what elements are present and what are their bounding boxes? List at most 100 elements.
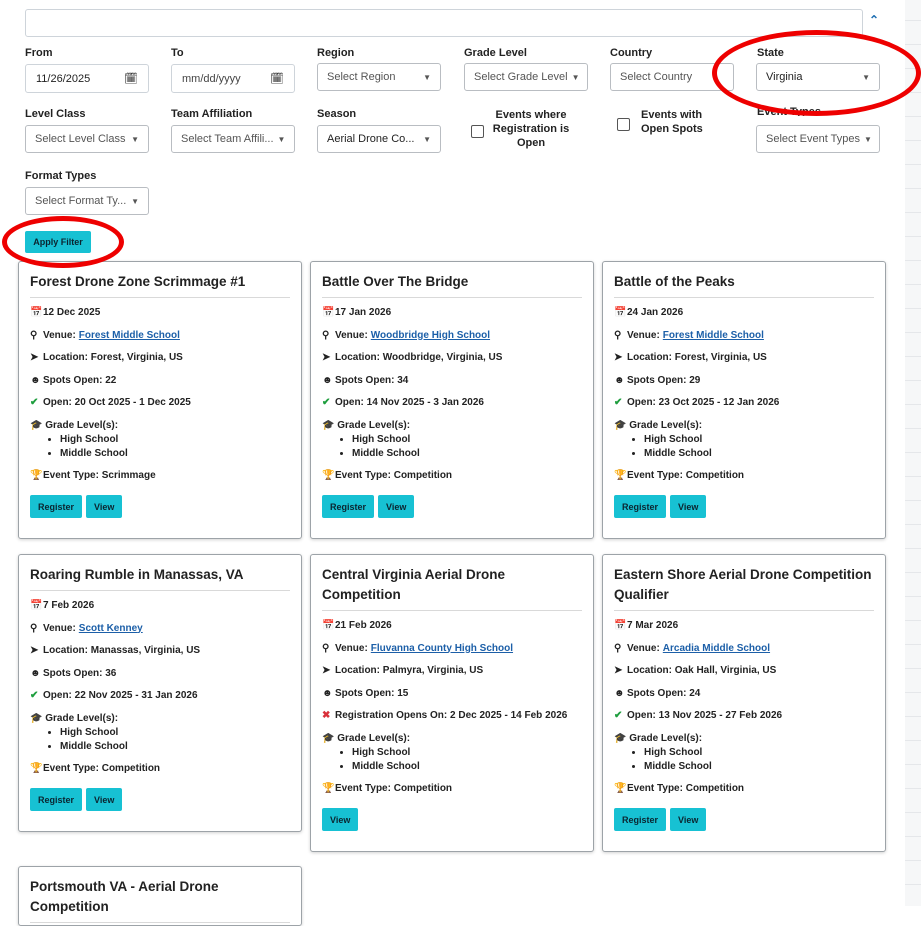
check-circle-icon: ✔	[614, 710, 623, 721]
map-marker-icon: ⚲	[322, 642, 330, 654]
season-select[interactable]: Aerial Drone Co... ▼	[317, 125, 441, 153]
venue-label: Venue:	[335, 329, 368, 341]
scrollbar-track[interactable]	[905, 0, 921, 906]
event-venue-row: ⚲ Venue: Forest Middle School	[614, 329, 874, 352]
event-type-row: 🏆 Event Type: Competition	[322, 782, 582, 805]
event-card: Forest Drone Zone Scrimmage #1 📅 12 Dec 20…	[18, 261, 302, 539]
venue-link[interactable]: Arcadia Middle School	[663, 642, 770, 656]
register-button[interactable]: Register	[30, 788, 83, 811]
event-title: Eastern Shore Aerial Drone Competition Q…	[614, 565, 874, 611]
caret-down-icon: ▼	[863, 134, 872, 144]
team-affiliation-select-value: Select Team Affili...	[181, 133, 274, 145]
season-select-value: Aerial Drone Co...	[327, 133, 415, 145]
event-location: Forest, Virginia, US	[90, 352, 183, 363]
event-type: Competition	[393, 469, 453, 481]
venue-link[interactable]: Fluvanna County High School	[371, 642, 513, 656]
event-card: Central Virginia Aerial Drone Competitio…	[310, 554, 594, 852]
annotation-circle-state	[712, 30, 921, 116]
to-date-input[interactable]: mm/dd/yyyy 🗓	[171, 64, 295, 93]
view-button[interactable]: View	[86, 495, 123, 518]
event-spots-row: ☻ Spots Open: 24	[614, 687, 874, 710]
register-button[interactable]: Register	[614, 808, 667, 831]
event-actions: Register View	[322, 495, 582, 518]
event-types-select[interactable]: Select Event Types ▼	[756, 125, 880, 153]
event-type-label: Event Type:	[627, 782, 683, 794]
level-class-select[interactable]: Select Level Class ▼	[25, 125, 149, 153]
register-button[interactable]: Register	[614, 495, 667, 518]
grade-item: Middle School	[60, 447, 290, 461]
events-open-label: Events where Registration is Open	[492, 109, 570, 149]
team-affiliation-select[interactable]: Select Team Affili... ▼	[171, 125, 295, 153]
calendar-icon[interactable]: 🗓	[124, 72, 138, 85]
location-label: Location:	[335, 665, 380, 676]
event-location-row: ➤ Location: Woodbridge, Virginia, US	[322, 351, 582, 374]
venue-link[interactable]: Forest Middle School	[79, 329, 180, 343]
event-actions: Register View	[614, 495, 874, 518]
view-button[interactable]: View	[322, 808, 359, 831]
venue-link[interactable]: Forest Middle School	[663, 329, 764, 343]
trophy-icon: 🏆	[322, 782, 335, 794]
view-button[interactable]: View	[670, 495, 707, 518]
event-venue-row: ⚲ Venue: Woodbridge High School	[322, 329, 582, 352]
event-open-row: ✔ Open: 23 Oct 2025 - 12 Jan 2026	[614, 396, 874, 419]
event-open-dates: 20 Oct 2025 - 1 Dec 2025	[74, 397, 191, 408]
from-date-value: 11/26/2025	[36, 72, 91, 85]
caret-down-icon: ▼	[131, 196, 139, 206]
events-spots-checkbox[interactable]	[617, 118, 630, 131]
event-card: Portsmouth VA - Aerial Drone Competition	[18, 866, 302, 926]
search-input[interactable]	[25, 9, 863, 37]
user-icon: ☻	[614, 374, 625, 386]
event-spots-row: ☻ Spots Open: 15	[322, 687, 582, 710]
event-date: 24 Jan 2026	[627, 307, 684, 318]
region-select[interactable]: Select Region ▼	[317, 63, 441, 91]
events-open-checkbox[interactable]	[471, 125, 484, 138]
format-types-select[interactable]: Select Format Ty... ▼	[25, 187, 149, 215]
region-label: Region	[317, 47, 355, 59]
register-button[interactable]: Register	[30, 495, 83, 518]
spots-label: Spots Open:	[627, 687, 687, 699]
event-date: 7 Mar 2026	[627, 620, 679, 631]
venue-link[interactable]: Woodbridge High School	[371, 329, 490, 343]
venue-label: Venue:	[627, 642, 660, 654]
location-label: Location:	[335, 352, 380, 363]
event-venue-row: ⚲ Venue: Scott Kenney	[30, 622, 290, 645]
venue-label: Venue:	[627, 329, 660, 341]
venue-label: Venue:	[335, 642, 368, 654]
view-button[interactable]: View	[378, 495, 415, 518]
calendar-icon: 📅	[322, 620, 335, 631]
open-label: Open:	[627, 710, 656, 721]
event-spots: 36	[105, 667, 117, 679]
event-type-label: Event Type:	[335, 469, 391, 481]
event-venue-row: ⚲ Venue: Arcadia Middle School	[614, 642, 874, 665]
annotation-circle-apply	[2, 216, 124, 268]
format-types-label: Format Types	[25, 170, 97, 182]
grade-item: Middle School	[644, 760, 874, 774]
from-date-input[interactable]: 11/26/2025 🗓	[25, 64, 149, 93]
grade-label: Grade Level(s):	[45, 712, 119, 724]
register-button[interactable]: Register	[322, 495, 375, 518]
calendar-icon[interactable]: 🗓	[270, 72, 284, 85]
check-circle-icon: ✔	[322, 397, 331, 408]
graduation-cap-icon: 🎓	[322, 419, 335, 431]
grade-level-select[interactable]: Select Grade Level ▼	[464, 63, 588, 91]
location-arrow-icon: ➤	[322, 665, 331, 676]
event-open-dates: 14 Nov 2025 - 3 Jan 2026	[366, 397, 484, 408]
event-location-row: ➤ Location: Oak Hall, Virginia, US	[614, 664, 874, 687]
user-icon: ☻	[322, 374, 333, 386]
grade-label: Grade Level(s):	[337, 732, 411, 744]
chevron-up-icon[interactable]: ⌃	[866, 12, 882, 28]
event-grades: 🎓 Grade Level(s): High SchoolMiddle Schoo…	[322, 419, 582, 461]
trophy-icon: 🏆	[322, 469, 335, 481]
event-spots: 15	[397, 687, 409, 699]
view-button[interactable]: View	[670, 808, 707, 831]
event-type: Scrimmage	[101, 469, 156, 481]
event-date: 17 Jan 2026	[335, 307, 392, 318]
user-icon: ☻	[30, 374, 41, 386]
event-date: 7 Feb 2026	[43, 600, 95, 611]
user-icon: ☻	[30, 667, 41, 679]
event-location: Forest, Virginia, US	[674, 352, 767, 363]
venue-link[interactable]: Scott Kenney	[79, 622, 143, 636]
event-spots: 24	[689, 687, 701, 699]
event-actions: Register View	[614, 808, 874, 831]
view-button[interactable]: View	[86, 788, 123, 811]
